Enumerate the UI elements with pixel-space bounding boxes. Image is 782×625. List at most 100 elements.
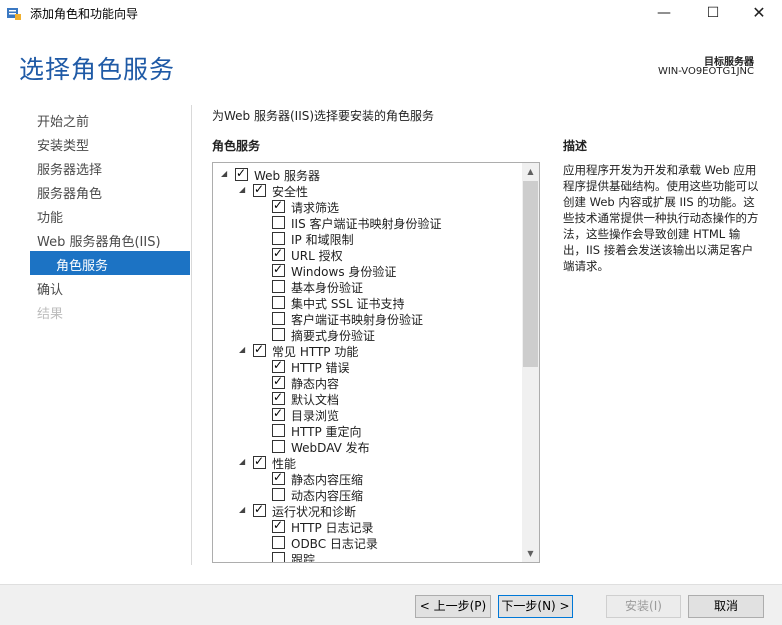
- vertical-scrollbar[interactable]: ▲ ▼: [522, 163, 539, 562]
- tree-item[interactable]: 默认文档: [213, 390, 518, 407]
- nav-item-server-roles[interactable]: 服务器角色: [37, 183, 102, 202]
- checkbox[interactable]: [272, 328, 285, 341]
- expand-collapse-icon[interactable]: ◢: [239, 457, 249, 467]
- tree-item-label: 动态内容压缩: [291, 489, 364, 503]
- checkbox[interactable]: [272, 488, 285, 501]
- nav-item-role-services[interactable]: 角色服务: [30, 251, 190, 275]
- tree-item-label: ODBC 日志记录: [291, 537, 378, 551]
- checkbox[interactable]: [272, 440, 285, 453]
- checkbox[interactable]: [272, 424, 285, 437]
- title-bar: 添加角色和功能向导 — ☐ ✕: [0, 0, 782, 26]
- nav-item-confirmation[interactable]: 确认: [37, 279, 63, 298]
- tree-item[interactable]: ◢安全性: [213, 182, 518, 199]
- tree-item[interactable]: 静态内容: [213, 374, 518, 391]
- close-button[interactable]: ✕: [736, 0, 782, 26]
- scroll-thumb[interactable]: [523, 181, 538, 367]
- checkbox[interactable]: [235, 166, 248, 181]
- maximize-button[interactable]: ☐: [690, 0, 736, 26]
- checkbox[interactable]: [272, 518, 285, 533]
- tree-item[interactable]: ◢Web 服务器: [213, 166, 518, 183]
- install-button: 安装(I): [606, 595, 681, 618]
- tree-item-label: IP 和域限制: [291, 233, 354, 247]
- nav-item-web-server-role[interactable]: Web 服务器角色(IIS): [37, 231, 161, 250]
- description-text: 应用程序开发为开发和承载 Web 应用程序提供基础结构。使用这些功能可以创建 W…: [563, 163, 759, 273]
- nav-item-features[interactable]: 功能: [37, 207, 63, 226]
- intro-text: 为Web 服务器(IIS)选择要安装的角色服务: [212, 109, 435, 123]
- tree-item-label: 目录浏览: [291, 409, 340, 423]
- next-button[interactable]: 下一步(N) >: [498, 595, 573, 618]
- scroll-down-arrow-icon[interactable]: ▼: [522, 545, 539, 562]
- scroll-up-arrow-icon[interactable]: ▲: [522, 163, 539, 180]
- tree-item[interactable]: ◢性能: [213, 454, 518, 471]
- description-header: 描述: [563, 139, 588, 153]
- checkbox[interactable]: [272, 262, 285, 277]
- checkbox[interactable]: [272, 536, 285, 549]
- nav-item-installation-type[interactable]: 安装类型: [37, 135, 89, 154]
- checkbox[interactable]: [272, 358, 285, 373]
- tree-item-label: 运行状况和诊断: [272, 505, 357, 519]
- checkbox[interactable]: [272, 406, 285, 421]
- role-services-tree[interactable]: ◢Web 服务器◢安全性请求筛选 IIS 客户端证书映射身份验证 IP 和域限制 UR…: [212, 162, 540, 563]
- tree-item[interactable]: 目录浏览: [213, 406, 518, 423]
- tree-item[interactable]: ◢ 常见 HTTP 功能: [213, 342, 518, 359]
- tree-item[interactable]: 跟踪: [213, 551, 518, 563]
- checkbox[interactable]: [253, 342, 266, 357]
- server-manager-icon: [7, 8, 21, 20]
- tree-item-label: HTTP 日志记录: [291, 521, 374, 535]
- tree-item[interactable]: 动态内容压缩: [213, 487, 518, 503]
- checkbox[interactable]: [272, 280, 285, 293]
- tree-item-label: 静态内容: [291, 377, 340, 391]
- expand-collapse-icon[interactable]: ◢: [239, 505, 249, 515]
- tree-item[interactable]: HTTP 错误: [213, 358, 518, 375]
- tree-item[interactable]: 集中式 SSL 证书支持: [213, 295, 518, 311]
- expand-collapse-icon[interactable]: ◢: [221, 169, 231, 179]
- tree-item-label: IIS 客户端证书映射身份验证: [291, 217, 442, 231]
- checkbox[interactable]: [272, 552, 285, 562]
- tree-item[interactable]: 摘要式身份验证: [213, 327, 518, 343]
- tree-item[interactable]: Windows 身份验证: [213, 262, 518, 279]
- nav-item-before-you-begin[interactable]: 开始之前: [37, 111, 89, 130]
- checkbox[interactable]: [253, 454, 266, 469]
- tree-item[interactable]: ODBC 日志记录: [213, 535, 518, 551]
- tree-item[interactable]: IIS 客户端证书映射身份验证: [213, 215, 518, 231]
- page-title: 选择角色服务: [19, 55, 176, 84]
- tree-item[interactable]: 客户端证书映射身份验证: [213, 311, 518, 327]
- tree-item-label: 跟踪: [291, 553, 316, 563]
- nav-item-server-selection[interactable]: 服务器选择: [37, 159, 102, 178]
- nav-item-role-services-label: 角色服务: [56, 259, 109, 274]
- role-services-header: 角色服务: [212, 139, 261, 153]
- tree-item[interactable]: WebDAV 发布: [213, 439, 518, 455]
- nav-divider: [191, 105, 192, 565]
- checkbox[interactable]: [272, 374, 285, 389]
- tree-item[interactable]: ◢ 运行状况和诊断: [213, 502, 518, 519]
- expand-collapse-icon[interactable]: ◢: [239, 185, 249, 195]
- tree-item-label: 摘要式身份验证: [291, 329, 376, 343]
- tree-item-label: 客户端证书映射身份验证: [291, 313, 424, 327]
- tree-item[interactable]: HTTP 日志记录: [213, 518, 518, 535]
- checkbox[interactable]: [272, 390, 285, 405]
- tree-item[interactable]: HTTP 重定向: [213, 423, 518, 439]
- checkbox[interactable]: [272, 296, 285, 309]
- checkbox[interactable]: [253, 502, 266, 517]
- checkbox[interactable]: [272, 232, 285, 245]
- tree-item[interactable]: URL 授权: [213, 246, 518, 263]
- checkbox[interactable]: [253, 182, 266, 197]
- tree-item[interactable]: IP 和域限制: [213, 231, 518, 247]
- cancel-button[interactable]: 取消: [688, 595, 764, 618]
- minimize-button[interactable]: —: [641, 0, 687, 26]
- tree-item-label: URL 授权: [291, 249, 343, 263]
- tree-item[interactable]: 基本身份验证: [213, 279, 518, 295]
- checkbox[interactable]: [272, 198, 285, 213]
- tree-item-label: Windows 身份验证: [291, 265, 397, 279]
- nav-item-results: 结果: [37, 307, 64, 322]
- checkbox[interactable]: [272, 312, 285, 325]
- checkbox[interactable]: [272, 246, 285, 261]
- previous-button[interactable]: < 上一步(P): [415, 595, 491, 618]
- tree-item[interactable]: 请求筛选: [213, 198, 518, 215]
- checkbox[interactable]: [272, 470, 285, 485]
- tree-item-label: 静态内容压缩: [291, 473, 364, 487]
- tree-item-label: 默认文档: [291, 393, 340, 407]
- expand-collapse-icon[interactable]: ◢: [239, 345, 249, 355]
- tree-item[interactable]: 静态内容压缩: [213, 470, 518, 487]
- checkbox[interactable]: [272, 216, 285, 229]
